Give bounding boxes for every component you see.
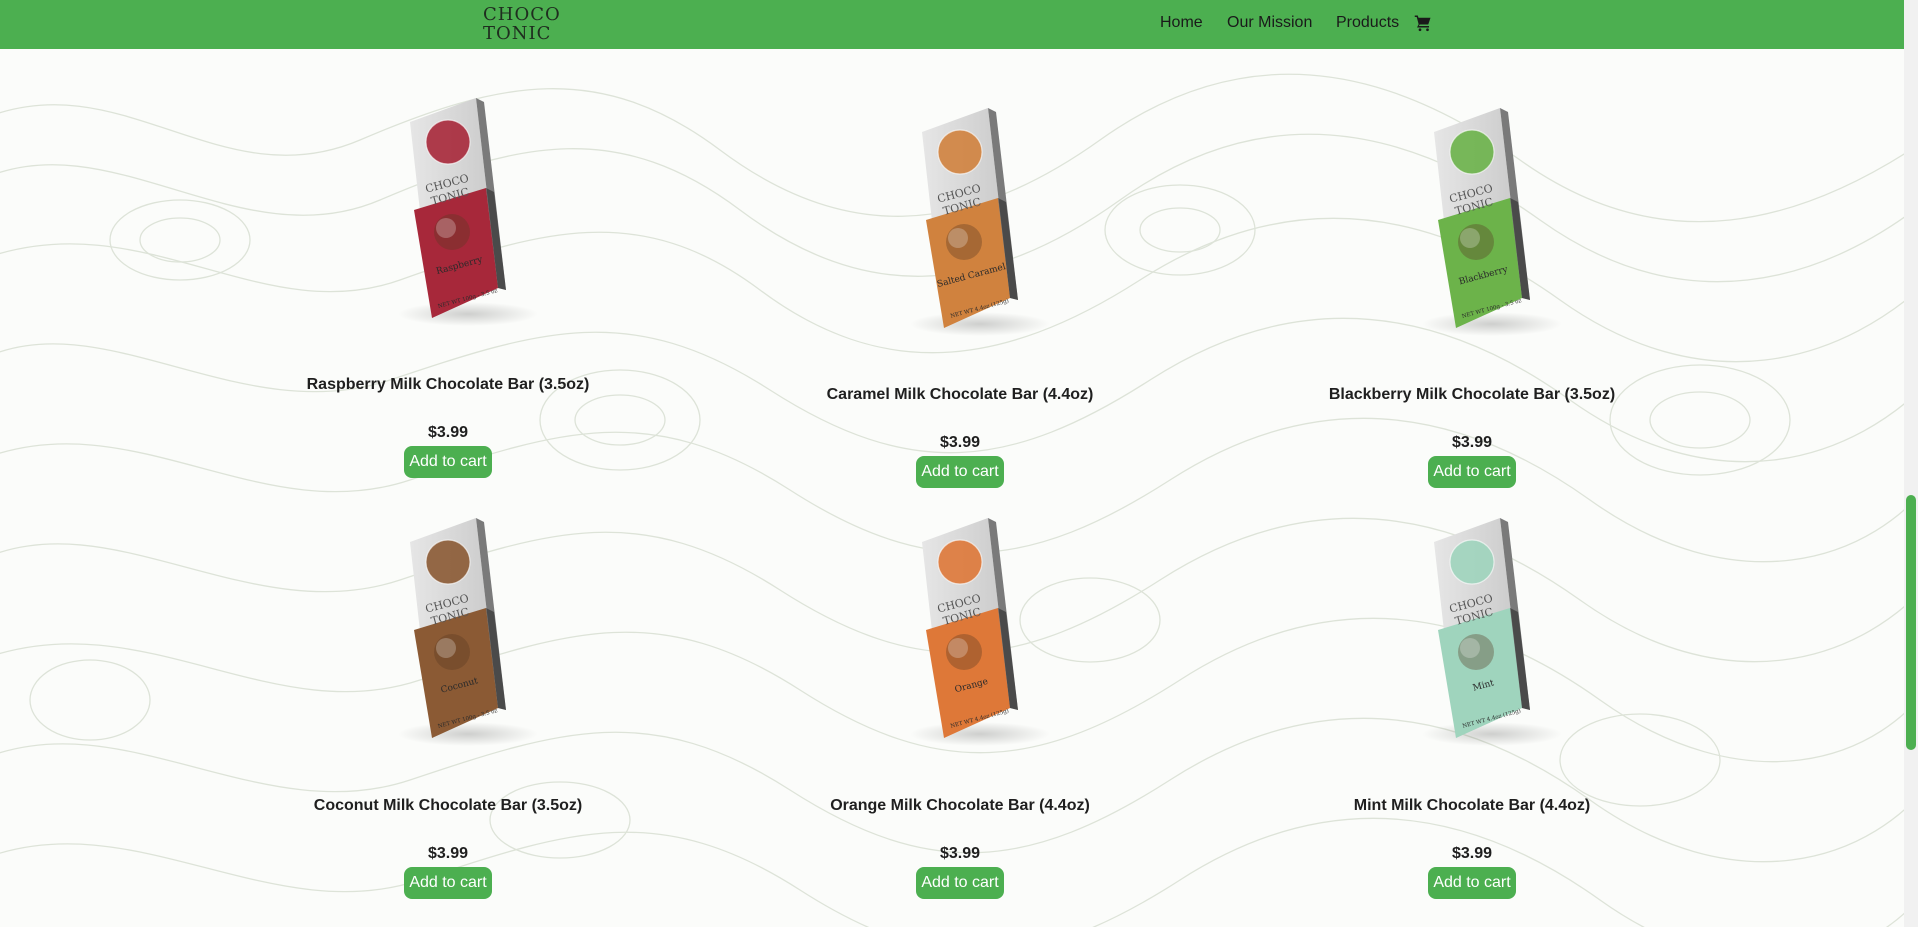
product-image[interactable]: CHOCO TONIC Orange NET WT 4.4oz (125g) [860,512,1060,752]
add-to-cart-button[interactable]: Add to cart [916,867,1004,899]
product-price: $3.99 [1451,434,1493,451]
logo-line-2: TONIC [483,23,552,44]
add-to-cart-button[interactable]: Add to cart [916,456,1004,488]
product-name: Mint Milk Chocolate Bar (4.4oz) [1353,797,1591,814]
add-to-cart-button[interactable]: Add to cart [404,446,492,478]
product-price: $3.99 [427,424,469,441]
nav-home-link[interactable]: Home [1160,14,1203,32]
chocolate-bar-package-image: CHOCO TONIC Coconut NET WT 100g - 3.5 oz [398,518,538,746]
logo-line-1: CHOCO [483,4,561,25]
add-to-cart-button[interactable]: Add to cart [1428,867,1516,899]
product-image[interactable]: CHOCO TONIC Blackberry NET WT 100g - 3.5… [1372,102,1572,342]
product-price: $3.99 [939,845,981,862]
nav-products-link[interactable]: Products [1336,14,1399,32]
nav-our-mission-link[interactable]: Our Mission [1227,14,1312,32]
product-image[interactable]: CHOCO TONIC Salted Caramel NET WT 4.4oz … [860,102,1060,342]
chocolate-bar-package-image: CHOCO TONIC Blackberry NET WT 100g - 3.5… [1422,108,1562,336]
scrollbar-thumb[interactable] [1906,495,1916,750]
product-name: Raspberry Milk Chocolate Bar (3.5oz) [306,376,590,393]
chocolate-bar-package-image: CHOCO TONIC Salted Caramel NET WT 4.4oz … [910,108,1050,336]
chocolate-bar-package-image: CHOCO TONIC Raspberry NET WT 100g - 3.5 … [398,98,538,326]
product-name: Caramel Milk Chocolate Bar (4.4oz) [826,386,1094,403]
product-price: $3.99 [427,845,469,862]
chocolate-bar-package-image: CHOCO TONIC Mint NET WT 4.4oz (125g) [1422,518,1562,746]
chocolate-bar-package-image: CHOCO TONIC Orange NET WT 4.4oz (125g) [910,518,1050,746]
product-name: Blackberry Milk Chocolate Bar (3.5oz) [1328,386,1616,403]
cart-icon[interactable] [1414,14,1432,32]
product-price: $3.99 [939,434,981,451]
add-to-cart-button[interactable]: Add to cart [1428,456,1516,488]
product-price: $3.99 [1451,845,1493,862]
product-name: Orange Milk Chocolate Bar (4.4oz) [830,797,1090,814]
product-image[interactable]: CHOCO TONIC Coconut NET WT 100g - 3.5 oz [348,512,548,752]
choco-tonic-logo[interactable]: CHOCO TONIC [481,5,563,45]
add-to-cart-button[interactable]: Add to cart [404,867,492,899]
scrollbar-track[interactable] [1904,0,1918,927]
product-image[interactable]: CHOCO TONIC Raspberry NET WT 100g - 3.5 … [348,92,548,332]
page: CHOCO TONIC Home Our Mission Products CH… [0,0,1918,927]
top-navbar: CHOCO TONIC Home Our Mission Products [0,0,1904,49]
product-image[interactable]: CHOCO TONIC Mint NET WT 4.4oz (125g) [1372,512,1572,752]
product-name: Coconut Milk Chocolate Bar (3.5oz) [313,797,583,814]
